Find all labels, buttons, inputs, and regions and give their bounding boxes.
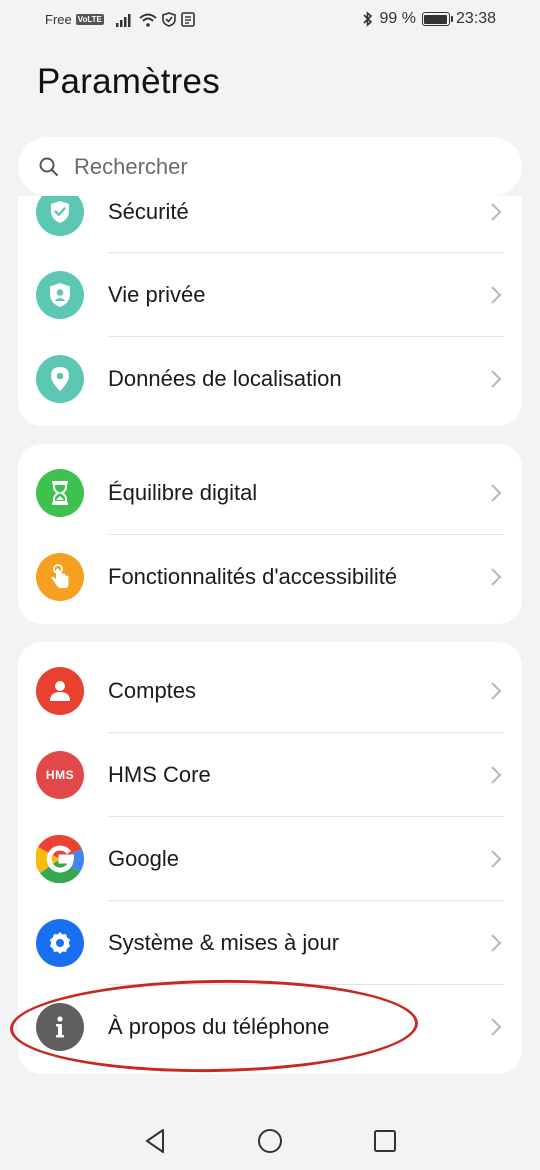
settings-item-label: HMS Core <box>108 762 211 787</box>
chevron-right-icon <box>491 203 502 221</box>
settings-item-label: À propos du téléphone <box>108 1014 330 1039</box>
battery-icon <box>421 12 453 26</box>
chevron-right-icon <box>491 568 502 586</box>
google-icon <box>36 835 84 883</box>
location-icon-bg <box>36 355 84 403</box>
status-bar: Free VoLTE 99 % 23:38 <box>0 0 540 40</box>
home-circle-icon <box>258 1129 282 1153</box>
bluetooth-icon <box>363 11 373 27</box>
back-button[interactable] <box>140 1126 170 1156</box>
settings-item-security[interactable]: Sécurité <box>18 196 522 254</box>
settings-item-label: Données de localisation <box>108 366 342 391</box>
home-button[interactable] <box>255 1126 285 1156</box>
status-right: 99 % 23:38 <box>363 10 496 28</box>
chevron-right-icon <box>491 1018 502 1036</box>
settings-item-label: Comptes <box>108 678 197 703</box>
settings-item-label: Système & mises à jour <box>108 930 340 955</box>
google-logo <box>36 835 84 883</box>
chevron-right-icon <box>491 484 502 502</box>
settings-item-label: Vie privée <box>108 282 206 307</box>
shield-icon <box>51 201 69 223</box>
settings-item-accounts[interactable]: Comptes <box>18 649 522 733</box>
digital-balance-icon-bg <box>36 469 84 517</box>
status-left: Free VoLTE <box>45 12 195 27</box>
vpn-shield-icon <box>162 12 176 27</box>
battery-percent: 99 % <box>379 10 416 27</box>
accessibility-icon-bg <box>36 553 84 601</box>
settings-item-about-phone[interactable]: À propos du téléphone <box>18 985 522 1069</box>
chevron-right-icon <box>491 766 502 784</box>
volte-badge: VoLTE <box>75 14 104 25</box>
settings-item-label: Google <box>108 846 179 871</box>
chevron-right-icon <box>491 850 502 868</box>
person-icon <box>50 681 70 701</box>
settings-item-location[interactable]: Données de localisation <box>18 337 522 421</box>
wifi-icon <box>139 13 157 27</box>
chevron-right-icon <box>491 682 502 700</box>
clock: 23:38 <box>455 10 496 27</box>
chevron-right-icon <box>491 934 502 952</box>
settings-item-label: Équilibre digital <box>108 480 258 505</box>
settings-item-digital-balance[interactable]: Équilibre digital <box>18 451 522 535</box>
recents-button[interactable] <box>370 1126 400 1156</box>
chevron-right-icon <box>491 286 502 304</box>
page-title: Paramètres <box>37 62 220 101</box>
navigation-bar <box>0 1110 540 1170</box>
about-icon-bg <box>36 1003 84 1051</box>
carrier-label: Free <box>45 12 72 27</box>
hand-icon <box>51 564 69 588</box>
location-pin-icon <box>51 367 69 391</box>
settings-item-label: Sécurité <box>108 199 189 224</box>
settings-item-accessibility[interactable]: Fonctionnalités d'accessibilité <box>18 535 522 619</box>
privacy-icon-bg <box>36 271 84 319</box>
battery-fill <box>424 14 448 24</box>
signal-icon <box>115 13 131 27</box>
settings-item-google[interactable]: Google <box>18 817 522 901</box>
settings-group-system: Comptes HMS HMS Core Google Système & mi… <box>18 642 522 1074</box>
search-bar[interactable]: Rechercher <box>18 137 522 196</box>
settings-item-hms-core[interactable]: HMS HMS Core <box>18 733 522 817</box>
settings-item-privacy[interactable]: Vie privée <box>18 253 522 337</box>
back-triangle-icon <box>146 1129 164 1153</box>
recents-square-icon <box>374 1130 396 1152</box>
settings-group-wellbeing: Équilibre digital Fonctionnalités d'acce… <box>18 444 522 624</box>
notification-icon <box>181 12 195 27</box>
gear-icon <box>50 932 70 954</box>
info-icon <box>56 1016 64 1038</box>
hourglass-icon <box>52 481 68 505</box>
status-icons <box>115 12 195 27</box>
security-icon-bg <box>36 196 84 236</box>
privacy-icon <box>50 283 70 307</box>
settings-item-label: Fonctionnalités d'accessibilité <box>108 564 398 589</box>
hms-icon-text: HMS <box>45 768 75 782</box>
search-icon <box>39 157 58 176</box>
hms-icon: HMS <box>36 751 84 799</box>
settings-group-security: Sécurité Vie privée Données de localisat… <box>18 196 522 426</box>
system-icon-bg <box>36 919 84 967</box>
chevron-right-icon <box>491 370 502 388</box>
search-placeholder: Rechercher <box>74 153 188 179</box>
settings-item-system-updates[interactable]: Système & mises à jour <box>18 901 522 985</box>
accounts-icon-bg <box>36 667 84 715</box>
